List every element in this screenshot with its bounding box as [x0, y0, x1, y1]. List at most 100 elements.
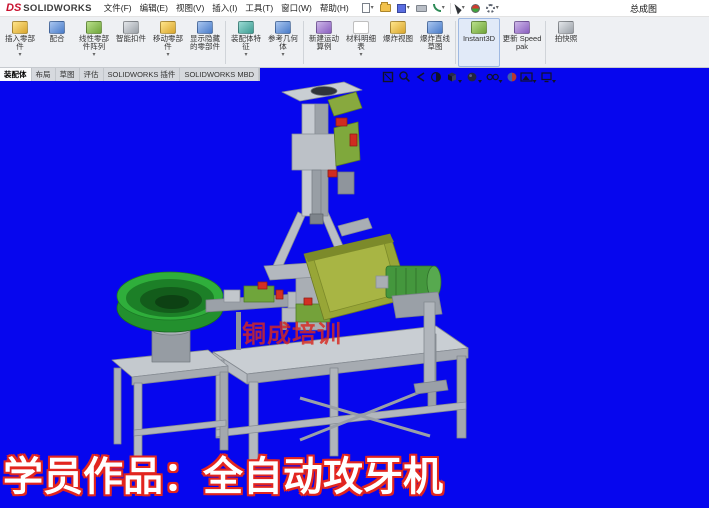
- print-icon: [416, 5, 427, 12]
- motion-study-icon: [316, 21, 332, 34]
- tab-assembly[interactable]: 装配体: [0, 68, 32, 81]
- print-button[interactable]: [415, 5, 428, 12]
- chevron-down-icon: ▾: [442, 5, 445, 11]
- tab-sketch[interactable]: 草图: [56, 68, 80, 81]
- menu-tools[interactable]: 工具(T): [241, 1, 277, 15]
- options-gear-icon: [486, 4, 495, 13]
- undo-icon: [433, 4, 441, 12]
- heads-up-toolbar: [382, 70, 560, 84]
- menu-window[interactable]: 窗口(W): [277, 1, 316, 15]
- rebuild-icon: [471, 4, 480, 13]
- ribbon-separator: [545, 21, 546, 64]
- ds-logo-mark: DS: [6, 2, 21, 14]
- reference-geometry-button[interactable]: 参考几何体 ▾: [265, 18, 301, 67]
- display-style-icon[interactable]: [468, 73, 482, 83]
- new-document-icon: [362, 3, 370, 13]
- menubar: DS SOLIDWORKS 文件(F) 编辑(E) 视图(V) 插入(I) 工具…: [0, 0, 709, 17]
- bill-of-materials-button[interactable]: 材料明细表 ▾: [343, 18, 379, 67]
- instant3d-button[interactable]: Instant3D: [458, 18, 500, 67]
- zoom-fit-icon[interactable]: [384, 73, 393, 82]
- chevron-down-icon: ▾: [496, 5, 499, 11]
- assembly-features-button[interactable]: 装配体特征 ▾: [228, 18, 264, 67]
- snapshot-icon: [558, 21, 574, 34]
- zoom-area-icon[interactable]: [400, 72, 410, 82]
- section-view-icon[interactable]: [432, 73, 441, 82]
- ribbon-separator: [303, 21, 304, 64]
- model-bowl-feeder[interactable]: [117, 272, 223, 362]
- chevron-down-icon: ▾: [92, 52, 95, 58]
- instant3d-icon: [471, 21, 487, 34]
- save-icon: [397, 4, 406, 13]
- view-orientation-icon[interactable]: [448, 73, 462, 84]
- ribbon-separator: [455, 21, 456, 64]
- document-title: 总成图: [630, 2, 705, 15]
- update-speedpak-button[interactable]: 更新 Speedpak: [501, 18, 543, 67]
- reference-geometry-icon: [275, 21, 291, 34]
- command-manager-ribbon: 插入零部件 ▾ 配合 线性零部件阵列 ▾ 智能扣件 移动零部件 ▾ 显示隐藏的零…: [0, 17, 709, 68]
- chevron-down-icon: ▾: [281, 52, 284, 58]
- mate-button[interactable]: 配合: [39, 18, 75, 67]
- solidworks-window: DS SOLIDWORKS 文件(F) 编辑(E) 视图(V) 插入(I) 工具…: [0, 0, 709, 510]
- exploded-view-button[interactable]: 爆炸视图: [380, 18, 416, 67]
- insert-components-button[interactable]: 插入零部件 ▾: [2, 18, 38, 67]
- menu-view[interactable]: 视图(V): [172, 1, 208, 15]
- new-motion-study-button[interactable]: 新建运动算例: [306, 18, 342, 67]
- edit-appearance-icon[interactable]: [508, 73, 517, 82]
- watermark-text: 铜成培训: [242, 314, 342, 349]
- ribbon-separator: [225, 21, 226, 64]
- explode-line-icon: [427, 21, 443, 34]
- tab-layout[interactable]: 布局: [32, 68, 56, 81]
- exploded-view-icon: [390, 21, 406, 34]
- toolbar-divider: [450, 3, 451, 14]
- chevron-down-icon: ▾: [371, 5, 374, 11]
- chevron-down-icon: ▾: [166, 52, 169, 58]
- new-document-button[interactable]: ▾: [361, 3, 375, 13]
- assembly-model-canvas[interactable]: [0, 68, 709, 508]
- show-hidden-icon: [197, 21, 213, 34]
- linear-component-pattern-button[interactable]: 线性零部件阵列 ▾: [76, 18, 112, 67]
- linear-pattern-icon: [86, 21, 102, 34]
- move-component-button[interactable]: 移动零部件 ▾: [150, 18, 186, 67]
- chevron-down-icon: ▾: [359, 52, 362, 58]
- menu-file[interactable]: 文件(F): [100, 1, 136, 15]
- options-button[interactable]: ▾: [485, 4, 500, 13]
- caption-text: 学员作品：全自动攻牙机: [3, 444, 443, 502]
- show-hidden-components-button[interactable]: 显示隐藏的零部件: [187, 18, 223, 67]
- solidworks-logo: DS SOLIDWORKS: [6, 2, 92, 14]
- explode-line-sketch-button[interactable]: 爆炸直线草图: [417, 18, 453, 67]
- smart-fasteners-icon: [123, 21, 139, 34]
- chevron-down-icon: ▾: [244, 52, 247, 58]
- chevron-down-icon: ▾: [18, 52, 21, 58]
- chevron-down-icon: ▾: [462, 5, 465, 11]
- smart-fasteners-button[interactable]: 智能扣件: [113, 18, 149, 67]
- apply-scene-icon[interactable]: [521, 73, 537, 83]
- chevron-down-icon: ▾: [407, 5, 410, 11]
- solidworks-wordmark: SOLIDWORKS: [23, 3, 91, 14]
- speedpak-icon: [514, 21, 530, 34]
- tab-evaluate[interactable]: 评估: [80, 68, 104, 81]
- view-settings-icon[interactable]: [542, 73, 556, 83]
- menu-insert[interactable]: 插入(I): [208, 1, 241, 15]
- undo-button[interactable]: ▾: [432, 4, 446, 12]
- rebuild-button[interactable]: [470, 4, 481, 13]
- mate-icon: [49, 21, 65, 34]
- quick-access-toolbar: ▾ ▾ ▾ ▾: [361, 3, 500, 14]
- select-tool-button[interactable]: ▾: [455, 3, 466, 14]
- previous-view-icon[interactable]: [418, 73, 424, 81]
- open-button[interactable]: [379, 4, 392, 12]
- graphics-viewport[interactable]: 装配体 布局 草图 评估 SOLIDWORKS 插件 SOLIDWORKS MB…: [0, 68, 709, 508]
- menu-edit[interactable]: 编辑(E): [136, 1, 172, 15]
- insert-component-icon: [12, 21, 28, 34]
- bom-icon: [353, 21, 369, 34]
- take-snapshot-button[interactable]: 拍快照: [548, 18, 584, 67]
- hide-show-items-icon[interactable]: [487, 74, 502, 83]
- select-arrow-icon: [454, 2, 462, 14]
- save-button[interactable]: ▾: [396, 4, 411, 13]
- command-manager-tabs: 装配体 布局 草图 评估 SOLIDWORKS 插件 SOLIDWORKS MB…: [0, 68, 260, 81]
- tab-solidworks-addins[interactable]: SOLIDWORKS 插件: [104, 68, 181, 81]
- menu-help[interactable]: 帮助(H): [316, 1, 353, 15]
- assembly-features-icon: [238, 21, 254, 34]
- open-folder-icon: [380, 4, 391, 12]
- move-component-icon: [160, 21, 176, 34]
- tab-solidworks-mbd[interactable]: SOLIDWORKS MBD: [180, 68, 259, 81]
